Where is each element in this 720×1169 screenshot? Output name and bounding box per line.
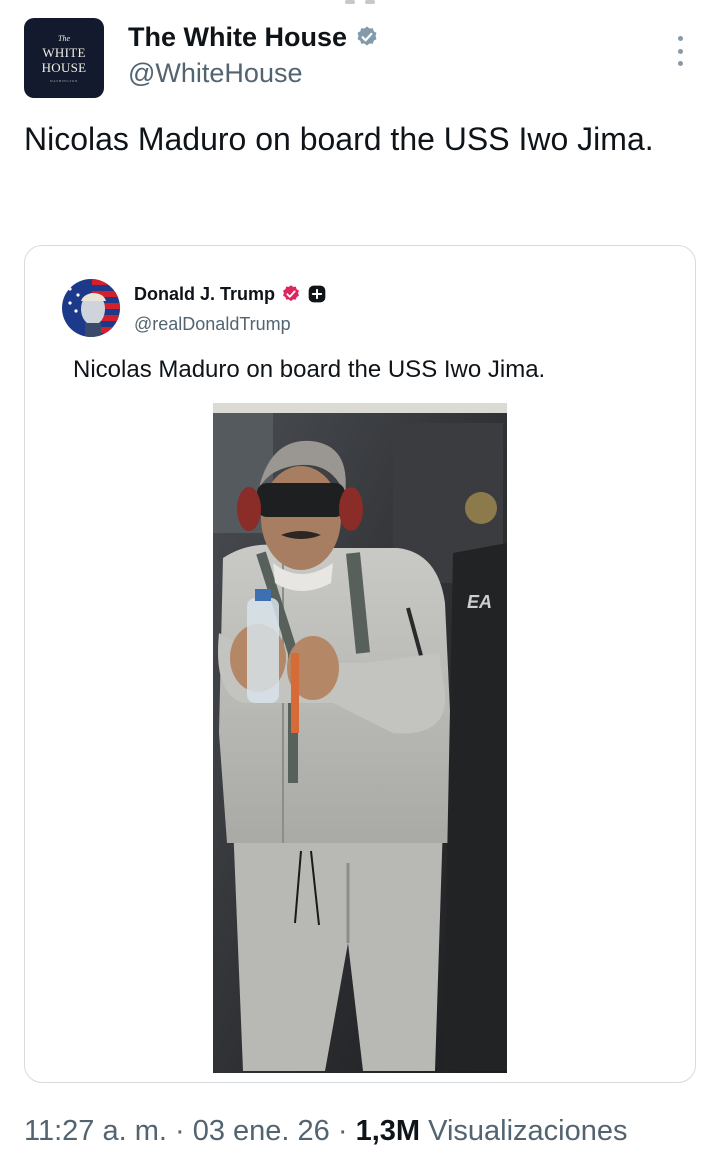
quoted-tweet-card[interactable]: Donald J. Trump @realDonaldTrump Nicolas… <box>24 245 696 1083</box>
svg-text:EA: EA <box>467 592 492 612</box>
tweet-text: Nicolas Maduro on board the USS Iwo Jima… <box>24 121 654 157</box>
more-dot <box>677 61 683 66</box>
meta-separator: · <box>166 1115 193 1147</box>
more-dot <box>677 36 683 41</box>
quoted-author-avatar[interactable] <box>62 279 120 337</box>
avatar-logo-line2: HOUSE <box>41 59 87 75</box>
quoted-tweet-text: Nicolas Maduro on board the USS Iwo Jima… <box>73 356 546 383</box>
more-dot <box>677 48 683 54</box>
more-options-icon[interactable] <box>670 36 690 66</box>
views-label: Visualizaciones <box>420 1115 628 1147</box>
author-name-row[interactable]: The White House <box>128 20 379 54</box>
author-display-name[interactable]: The White House <box>128 20 347 54</box>
avatar-logo-line1: WHITE <box>42 44 86 60</box>
quoted-photo[interactable]: EA <box>213 403 507 1073</box>
author-handle[interactable]: @WhiteHouse <box>128 56 302 90</box>
quoted-author-name-row[interactable]: Donald J. Trump <box>134 282 327 306</box>
author-avatar[interactable]: The WHITE HOUSE WASHINGTON <box>24 18 104 98</box>
verified-badge-icon <box>283 285 299 302</box>
photo-image: EA <box>213 403 507 1073</box>
tweet-footer-meta: 11:27 a. m. · 03 ene. 26 · 1,3M Visualiz… <box>24 1112 627 1150</box>
quoted-author-display-name[interactable]: Donald J. Trump <box>134 282 275 306</box>
tweet-date[interactable]: 03 ene. 26 <box>193 1115 330 1147</box>
verified-badge-icon <box>357 26 377 46</box>
avatar-logo-sub: WASHINGTON <box>50 78 78 83</box>
tweet[interactable]: The WHITE HOUSE WASHINGTON The White Hou… <box>0 0 720 1169</box>
quoted-author-handle[interactable]: @realDonaldTrump <box>134 312 291 336</box>
meta-separator: · <box>329 1115 356 1147</box>
quoted-avatar-image <box>62 279 120 337</box>
avatar-logo-the: The <box>58 33 70 43</box>
tweet-time[interactable]: 11:27 a. m. <box>24 1115 167 1147</box>
plus-badge-icon <box>308 285 326 303</box>
views-count[interactable]: 1,3M <box>356 1115 420 1147</box>
